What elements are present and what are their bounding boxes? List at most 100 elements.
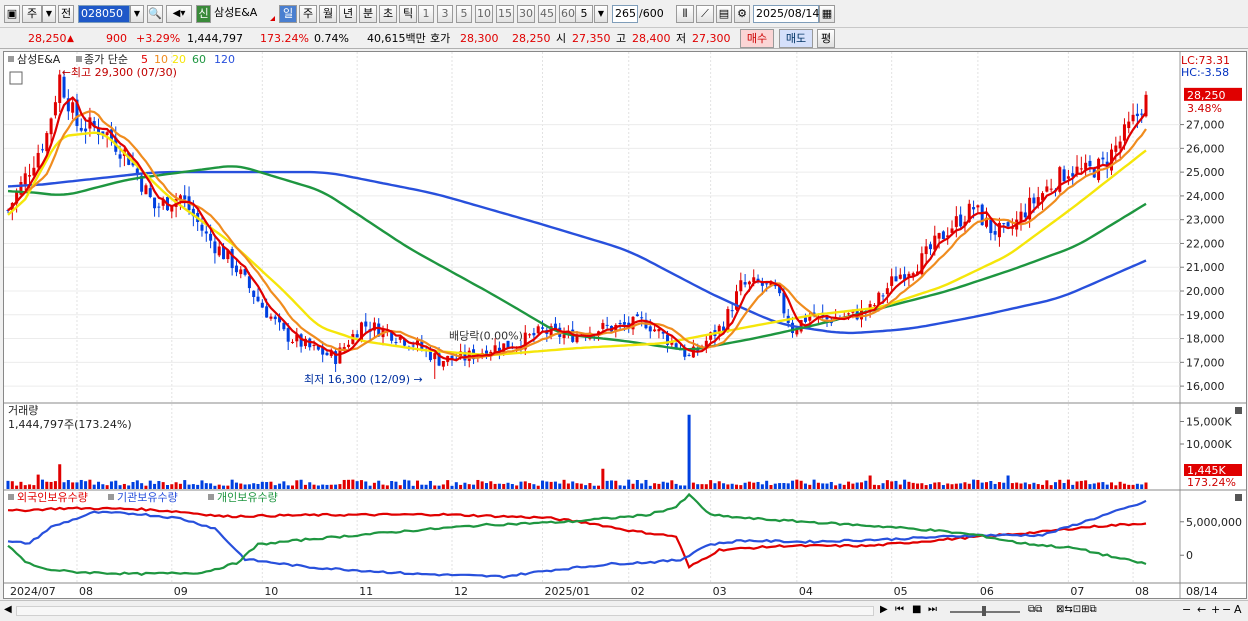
volume-bar [1058,479,1062,489]
period-button-2[interactable]: 월 [319,5,337,23]
volume-bar [730,483,734,489]
sell-button[interactable]: 매도 [779,29,813,48]
volume-bar [924,485,928,489]
volume-bar [161,482,165,489]
volume-bar [489,481,493,489]
price-tick-label: 26,000 [1186,142,1225,155]
candle-body [1079,168,1083,170]
code-dropdown-icon[interactable]: ▼ [130,5,144,23]
mode-dropdown-icon[interactable]: ▼ [42,5,56,23]
volume-bar [532,484,536,489]
zoom-slider-handle[interactable] [982,606,986,616]
candle-body [217,246,221,256]
font-size-button[interactable]: A [1234,603,1242,616]
stock-code-input[interactable]: 028050 [78,5,130,23]
calendar-icon[interactable]: ▦ [819,5,835,23]
gear-icon[interactable]: ⚙ [734,5,750,23]
volume-bar [584,485,588,489]
volume-bar [842,484,846,489]
candle-body [739,280,743,292]
low-annotation: 최저 16,300 (12/09) → [304,373,423,386]
zoom-in-icon[interactable]: + [1211,603,1220,616]
period-button-6[interactable]: 틱 [399,5,417,23]
search-icon[interactable]: 🔍 [147,5,163,23]
stop-icon[interactable]: ■ [912,604,921,615]
volume-bar [1066,479,1070,489]
mode-button[interactable]: 주 [22,5,42,23]
stock-name: 삼성E&A [214,6,258,19]
candle-body [312,344,316,347]
scroll-track[interactable] [16,606,874,616]
candle-body [640,317,644,319]
candle-body [1135,113,1139,117]
candle-body [273,316,277,320]
volume-bar [1071,484,1075,489]
minus-icon[interactable]: − [1222,603,1231,616]
count-field[interactable]: 5 [575,5,593,23]
interval-button-45[interactable]: 45 [538,5,556,23]
mode2-button[interactable]: 전 [58,5,74,23]
candle-body [144,185,148,195]
volume-bar [786,483,790,489]
buy-button[interactable]: 매수 [740,29,774,48]
ask-price: 28,300 [460,32,499,45]
interval-button-15[interactable]: 15 [496,5,514,23]
period-button-3[interactable]: 년 [339,5,357,23]
display-count-input[interactable]: 265 [612,5,638,23]
candle-body [325,352,329,356]
candle-type-icon[interactable]: ⫴ [676,5,694,23]
zoom-out-icon[interactable]: − [1182,603,1191,616]
volume-bar [709,480,713,489]
save-icon[interactable]: ▤ [716,5,732,23]
volume-bar [36,474,40,489]
eval-button[interactable]: 평 [817,29,835,48]
scroll-left-icon[interactable]: ◀ [4,604,12,615]
volume-bar [420,484,424,489]
date-input[interactable]: 2025/08/14 [753,5,819,23]
volume-bar [1023,482,1027,489]
arrow-left-icon[interactable]: ← [1197,603,1206,616]
speaker-icon[interactable]: ◀▾ [166,5,192,23]
volume-bar [549,481,553,489]
scroll-first-icon[interactable]: ⏮ [895,604,904,615]
volume-bar [1019,483,1023,489]
count-dropdown-icon[interactable]: ▼ [594,5,608,23]
interval-button-5[interactable]: 5 [456,5,472,23]
interval-button-30[interactable]: 30 [517,5,535,23]
interval-button-1[interactable]: 1 [418,5,434,23]
open-price: 27,350 [572,32,611,45]
candle-body [200,224,204,231]
draw-tool-icon[interactable]: ⟋ [696,5,714,23]
holding-line-0 [7,506,1147,570]
interval-button-3[interactable]: 3 [437,5,453,23]
volume-bar [92,484,96,489]
volume-bar [1010,483,1014,489]
toolbar: ▣ 주 ▼ 전 028050 ▼ 🔍 ◀▾ 신 삼성E&A 일주월년분초틱 13… [0,0,1248,28]
period-button-4[interactable]: 분 [359,5,377,23]
interval-button-10[interactable]: 10 [475,5,493,23]
ma60-line [7,165,1147,351]
period-button-1[interactable]: 주 [299,5,317,23]
scroll-right-icon[interactable]: ▶ [880,604,888,615]
scroll-last-icon[interactable]: ⏭ [928,604,937,615]
volume-bar [131,482,135,489]
layout-icon[interactable]: ⧉⧉ [1028,604,1042,615]
window-menu-icon[interactable]: ▣ [4,5,20,23]
volume-bar [484,483,488,489]
price-change: 900 [106,32,127,45]
volume-value-label: 1,444,797주(173.24%) [8,418,132,431]
volume-bar [666,482,670,489]
period-button-0[interactable]: 일 [279,5,297,23]
volume-bar [700,484,704,489]
volume-bar [502,483,506,489]
candle-body [898,274,902,279]
candle-body [239,269,243,275]
volume-bar [1045,480,1049,489]
volume-bar [295,480,299,489]
period-button-5[interactable]: 초 [379,5,397,23]
volume-bar [472,484,476,489]
volume-bar [635,479,639,489]
volume-bar [398,485,402,489]
volume-bar [1105,484,1109,489]
tool-icons[interactable]: ⊠⇆⊡⊞⧉ [1056,604,1097,615]
